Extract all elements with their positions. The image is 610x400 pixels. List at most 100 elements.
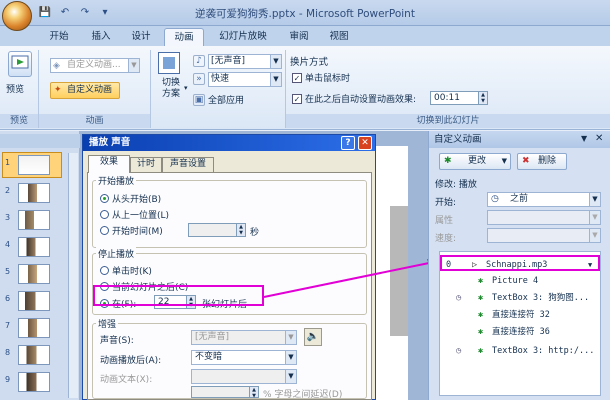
- slide-thumbnail[interactable]: [18, 345, 50, 365]
- list-item[interactable]: ◷ ✱ TextBox 3: 狗狗图...: [440, 290, 600, 306]
- chevron-down-icon[interactable]: ▼: [588, 257, 592, 269]
- chevron-down-icon[interactable]: ▼: [589, 211, 600, 224]
- star-icon: ✱: [478, 293, 484, 303]
- delete-effect-button[interactable]: ✖ 删除: [517, 153, 567, 170]
- item-label: TextBox 3: http:/...: [492, 346, 595, 356]
- spinner-icon[interactable]: ▲ ▼: [249, 386, 259, 399]
- after-animation-label: 动画播放后(A):: [100, 356, 162, 366]
- start-time-input[interactable]: [188, 223, 238, 237]
- chevron-down-icon[interactable]: ▼: [128, 59, 139, 72]
- start-from-last-position-radio[interactable]: 从上一位置(L): [100, 208, 169, 221]
- help-icon[interactable]: ?: [341, 136, 355, 150]
- office-button[interactable]: [2, 1, 32, 31]
- auto-advance-checkbox[interactable]: ✓ 在此之后自动设置动画效果:: [292, 91, 416, 106]
- close-icon[interactable]: ✕: [595, 133, 603, 144]
- close-icon[interactable]: ✕: [358, 136, 372, 150]
- letter-delay-label: % 字母之间延迟(D): [263, 390, 343, 400]
- auto-advance-time-input[interactable]: 00:11: [430, 91, 480, 105]
- list-item[interactable]: ◷ ✱ TextBox 3: http:/...: [440, 343, 600, 359]
- tab-animations[interactable]: 动画: [164, 28, 204, 46]
- tab-home[interactable]: 开始: [40, 28, 78, 46]
- chevron-down-icon[interactable]: ▼: [285, 370, 296, 383]
- speed-label: 速度:: [435, 234, 457, 244]
- apply-all-button[interactable]: ▣ 全部应用: [193, 92, 244, 107]
- list-item-selected[interactable]: 0 ▷ Schnappi.mp3 ▼: [440, 255, 600, 271]
- custom-animation-combo[interactable]: ◈ 自定义动画... ▼: [50, 58, 140, 73]
- slide-number: 7: [5, 321, 11, 330]
- start-select[interactable]: ◷ 之前 ▼: [487, 192, 601, 207]
- group-label-transition: 切换到此幻灯片: [286, 114, 610, 128]
- custom-animation-button[interactable]: ✦ 自定义动画: [50, 82, 120, 99]
- item-label: 直接连接符 32: [492, 310, 550, 320]
- slide-thumbnail[interactable]: [18, 237, 50, 257]
- list-item[interactable]: ✱ 直接连接符 36: [440, 324, 600, 340]
- custom-animation-pane: 自定义动画 ▼ ✕ ✱ 更改 ▼ ✖ 删除 修改: 播放 开始: ◷ 之前 ▼ …: [428, 131, 610, 400]
- chevron-down-icon[interactable]: ▼: [589, 193, 600, 206]
- on-click-checkbox[interactable]: ✓ 单击鼠标时: [292, 70, 350, 85]
- transition-scheme-button[interactable]: 切换 方案: [156, 78, 186, 100]
- custom-animation-icon: ✦: [54, 85, 62, 95]
- slide-thumbnail[interactable]: [18, 183, 50, 203]
- slide-thumbnail[interactable]: [18, 318, 50, 338]
- slide-number: 3: [5, 213, 11, 222]
- chevron-down-icon[interactable]: ▼: [270, 55, 281, 68]
- change-effect-button[interactable]: ✱ 更改 ▼: [439, 153, 511, 170]
- slide-thumbnail[interactable]: [18, 210, 50, 230]
- checkmark-icon: ✓: [292, 93, 302, 104]
- chevron-down-icon[interactable]: ▼: [285, 331, 296, 344]
- slide-thumbnail[interactable]: [18, 264, 50, 284]
- start-from-beginning-radio[interactable]: 从头开始(B): [100, 192, 161, 205]
- radio-icon: [100, 210, 109, 219]
- letter-delay-input[interactable]: [191, 386, 251, 398]
- tab-insert[interactable]: 插入: [84, 28, 118, 46]
- animate-text-select[interactable]: ▼: [191, 369, 297, 384]
- property-label: 属性: [435, 216, 454, 226]
- list-item[interactable]: ✱ 直接连接符 32: [440, 307, 600, 323]
- transition-scheme-icon[interactable]: [158, 52, 180, 74]
- chevron-down-icon[interactable]: ▾: [184, 84, 188, 92]
- chevron-down-icon[interactable]: ▼: [285, 351, 296, 364]
- tab-view[interactable]: 视图: [322, 28, 356, 46]
- item-number: 0: [446, 260, 452, 270]
- annotation-arrow: [263, 259, 438, 298]
- tab-slideshow[interactable]: 幻灯片放映: [210, 28, 276, 46]
- slide-thumbnail[interactable]: [18, 372, 50, 392]
- tab-design[interactable]: 设计: [124, 28, 158, 46]
- stop-on-click-radio[interactable]: 单击时(K): [100, 264, 152, 277]
- slides-scrollbar[interactable]: [68, 153, 78, 398]
- slide-number: 9: [5, 375, 11, 384]
- chevron-down-icon[interactable]: ▼: [270, 73, 281, 86]
- apply-all-icon: ▣: [193, 93, 205, 106]
- spinner-icon[interactable]: ▲ ▼: [478, 91, 488, 105]
- animate-text-label: 动画文本(X):: [100, 375, 153, 385]
- transition-sound-select[interactable]: [无声音] ▼: [208, 54, 282, 69]
- tab-sound-settings[interactable]: 声音设置: [162, 157, 214, 172]
- spinner-icon[interactable]: ▲ ▼: [236, 223, 246, 237]
- sound-select[interactable]: [无声音] ▼: [191, 330, 297, 345]
- slides-panel: 1 2 3 4 5 6 7 8 9: [0, 131, 80, 400]
- slide-thumbnail[interactable]: [18, 291, 50, 311]
- play-icon: ▷: [472, 260, 478, 270]
- start-time-unit: 秒: [250, 228, 260, 238]
- chevron-down-icon[interactable]: ▼: [581, 134, 587, 143]
- volume-icon[interactable]: 🔈: [304, 328, 322, 346]
- after-animation-select[interactable]: 不变暗 ▼: [191, 350, 297, 365]
- transition-speed-select[interactable]: 快速 ▼: [208, 72, 282, 87]
- property-select[interactable]: ▼: [487, 210, 601, 225]
- slide-thumbnail[interactable]: [18, 155, 50, 175]
- start-label: 开始:: [435, 198, 457, 208]
- tab-review[interactable]: 审阅: [282, 28, 316, 46]
- tab-timing[interactable]: 计时: [130, 157, 162, 172]
- preview-icon[interactable]: [8, 51, 32, 77]
- start-time-radio[interactable]: 开始时间(M): [100, 224, 163, 237]
- speed-select[interactable]: ▼: [487, 228, 601, 243]
- enhance-legend: 增强: [96, 317, 119, 330]
- preview-button[interactable]: 预览: [6, 82, 24, 95]
- tab-effect[interactable]: 效果: [88, 155, 130, 173]
- slide-number: 5: [5, 267, 11, 276]
- clock-icon: ◷: [491, 194, 499, 204]
- ribbon: 预览 预览 ◈ 自定义动画... ▼ ✦ 自定义动画 动画 切换 方案 ▾ ♪ …: [0, 46, 610, 130]
- chevron-down-icon[interactable]: ▼: [589, 229, 600, 242]
- list-item[interactable]: ✱ Picture 4: [440, 273, 600, 289]
- item-label: Picture 4: [492, 276, 539, 286]
